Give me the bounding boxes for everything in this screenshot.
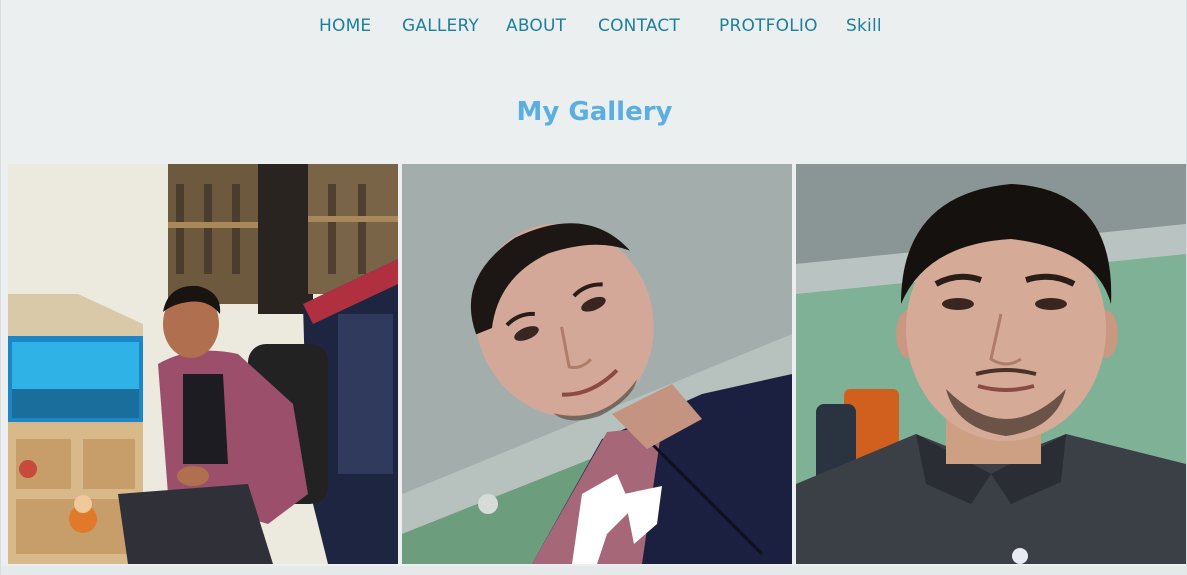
nav-contact-link[interactable]: CONTACT (598, 14, 680, 38)
gallery-photo[interactable] (402, 164, 792, 564)
nav-home-link[interactable]: HOME (319, 14, 371, 38)
photo-tilted-selfie-image (402, 164, 792, 564)
photo-front-selfie-image (796, 164, 1186, 564)
gallery-photo[interactable] (796, 164, 1186, 564)
gallery-bottom-divider (1, 566, 1187, 575)
nav-gallery-link[interactable]: GALLERY (402, 14, 479, 38)
nav-skill-link[interactable]: Skill (846, 14, 882, 38)
gallery-photo[interactable] (8, 164, 398, 564)
top-nav: HOME GALLERY ABOUT CONTACT PROTFOLIO Ski… (1, 14, 1187, 40)
nav-portfolio-link[interactable]: PROTFOLIO (719, 14, 818, 38)
photo-gallery (8, 164, 1186, 564)
nav-about-link[interactable]: ABOUT (506, 14, 566, 38)
page: HOME GALLERY ABOUT CONTACT PROTFOLIO Ski… (0, 0, 1187, 575)
gallery-title: My Gallery (516, 97, 673, 127)
photo-person-seated-image (8, 164, 398, 564)
